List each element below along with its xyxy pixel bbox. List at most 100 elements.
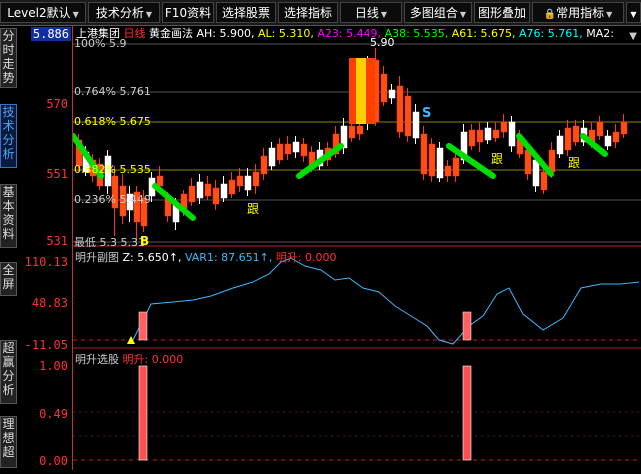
y-tick-sub1: 110.13 — [24, 255, 68, 269]
candle-body — [380, 73, 388, 103]
buy-signal-label: B — [140, 234, 150, 248]
main-header: 上港集团 日线 黄金画法 AH: 5.900, AL: 5.310, A23: … — [76, 25, 614, 41]
param-1: AL: 5.310, — [258, 27, 314, 40]
chevron-down-icon: ▼ — [630, 10, 637, 19]
tab-label: 基本资料 — [2, 185, 15, 241]
toolbar: Level2默认 ▼ 技术分析 ▼ F10资料 选择股票 选择指标 日线 ▼ 多图组合… — [0, 0, 641, 26]
chevron-down-icon: ▼ — [72, 10, 79, 19]
candle-body — [444, 165, 452, 177]
candle-body — [220, 183, 228, 199]
candle-body — [236, 175, 244, 187]
candle-body — [300, 143, 308, 157]
param-0: AH: 5.900, — [196, 27, 255, 40]
sub1-var1: VAR1: 87.651↑, — [184, 251, 273, 264]
y-tick-sub1: 48.83 — [31, 296, 68, 310]
candle-body — [284, 143, 292, 155]
candle-body — [468, 129, 476, 147]
param-5: A76: 5.761, — [519, 27, 583, 40]
y-axis-panel: 5.886 570 551 531 110.13 48.83 -11.05 1.… — [18, 26, 73, 470]
f10-button[interactable]: F10资料 — [162, 2, 214, 23]
sell-signal-label: S — [422, 106, 432, 121]
candle-body — [564, 127, 572, 151]
chevron-down-icon: ▼ — [145, 10, 153, 19]
select-stock-button[interactable]: 选择股票 — [216, 2, 276, 23]
sub2-title: 明升选股 — [75, 353, 119, 366]
kline-chart-svg — [70, 43, 641, 461]
candle-body — [260, 155, 268, 175]
tab-label: 技术分析 — [2, 105, 15, 161]
candle-body — [492, 129, 500, 139]
multi-chart-button[interactable]: 多图组合 ▼ — [404, 2, 472, 23]
var1-line — [132, 257, 640, 345]
tab-ideal[interactable]: 理想超 — [0, 416, 17, 468]
select-indicator-label: 选择指标 — [283, 6, 332, 20]
common-indicator-button[interactable]: 🔒常用指标 ▼ — [532, 2, 624, 23]
more-button[interactable]: ▼ — [626, 2, 641, 23]
tab-super-analysis[interactable]: 超赢分析 — [0, 340, 17, 404]
left-tab-bar: 分时走势 技术分析 基本资料 全屏 超赢分析 理想超 — [0, 26, 18, 470]
sub2-header: 明升选股 明升: 0.000 — [75, 351, 183, 367]
level-label: 0.236% 5.449 — [74, 193, 151, 206]
candle-body — [196, 181, 204, 199]
y-tick-sub2: 0.49 — [39, 407, 68, 421]
candle-body — [612, 131, 620, 143]
tab-time-sharing[interactable]: 分时走势 — [0, 28, 17, 88]
common-label: 常用指标 — [556, 6, 605, 20]
candle-body — [276, 143, 284, 161]
multi-label: 多图组合 — [409, 6, 458, 20]
level-label: 最低 5.3 5.31 — [74, 236, 145, 249]
overlay-button[interactable]: 图形叠加 — [474, 2, 530, 23]
scroll-down-icon[interactable]: ▼ — [629, 31, 637, 42]
select-stock-label: 选择股票 — [221, 6, 270, 20]
level-label: 100% 5.9 — [74, 37, 127, 50]
f10-label: F10资料 — [164, 6, 212, 20]
tech-analysis-button[interactable]: 技术分析 ▼ — [88, 2, 160, 23]
candle-body — [452, 157, 460, 177]
level2-default-button[interactable]: Level2默认 ▼ — [0, 2, 86, 23]
gen-signal-label: 跟 — [491, 152, 504, 166]
param-4: A61: 5.675, — [451, 27, 516, 40]
candle-body — [292, 141, 300, 153]
tab-label: 分时走势 — [2, 29, 15, 85]
chart-area[interactable]: 上港集团 日线 黄金画法 AH: 5.900, AL: 5.310, A23: … — [70, 25, 641, 470]
y-tick-sub1: -11.05 — [24, 338, 68, 352]
level-label: 0.618% 5.675 — [74, 115, 151, 128]
period-label: 日线 — [354, 6, 379, 20]
candle-body — [228, 179, 236, 195]
signal-bar — [462, 311, 472, 341]
y-tick-main: 570 — [46, 97, 68, 111]
chevron-down-icon: ▼ — [606, 10, 613, 19]
tab-basic-info[interactable]: 基本资料 — [0, 184, 17, 248]
candle-body — [532, 159, 540, 187]
candle-body — [476, 129, 484, 143]
level-label: 0.382% 5.535 — [74, 163, 151, 176]
signal-bar — [138, 365, 148, 461]
chevron-down-icon: ▼ — [380, 10, 388, 19]
candle-body — [508, 121, 516, 147]
y-tick-main: 551 — [46, 167, 68, 181]
select-indicator-button[interactable]: 选择指标 — [278, 2, 338, 23]
period-button[interactable]: 日线 ▼ — [340, 2, 402, 23]
buy-triangle-icon — [127, 336, 135, 344]
sub2-ms: 明升: 0.000 — [122, 353, 184, 366]
tab-technical-analysis[interactable]: 技术分析 — [0, 104, 17, 168]
candle-body — [412, 111, 420, 139]
candle-body — [436, 147, 444, 179]
gen-signal-label: 跟 — [568, 156, 581, 170]
y-tick-main: 531 — [46, 234, 68, 248]
candle-body — [188, 185, 196, 203]
candle-body — [388, 89, 396, 99]
indicator-name: 黄金画法 — [149, 27, 193, 40]
candle-body — [620, 121, 628, 135]
candle-body — [244, 175, 252, 191]
candle-body — [420, 133, 428, 175]
sub1-header: 明升副图 Z: 5.650↑, VAR1: 87.651↑, 明升: 0.000 — [75, 249, 337, 265]
candle-body — [396, 85, 404, 133]
lock-icon: 🔒 — [543, 9, 557, 20]
y-tick-sub2: 1.00 — [39, 359, 68, 373]
overlay-label: 图形叠加 — [477, 6, 526, 20]
candle-body — [252, 171, 260, 187]
tab-fullscreen[interactable]: 全屏 — [0, 262, 17, 296]
candle-body — [500, 121, 508, 133]
candle-body — [212, 187, 220, 205]
